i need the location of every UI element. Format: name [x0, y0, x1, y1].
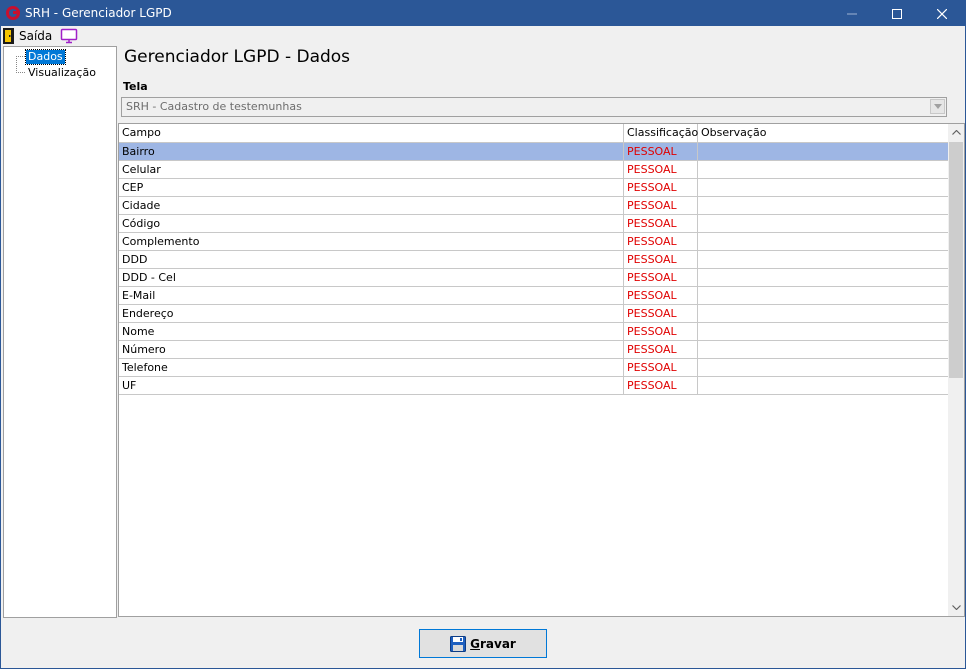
- table-row[interactable]: Endereço PESSOAL: [119, 305, 948, 323]
- cell-campo[interactable]: Nome: [119, 323, 624, 340]
- tela-label: Tela: [123, 80, 148, 93]
- cell-campo[interactable]: Número: [119, 341, 624, 358]
- column-header-classificacao[interactable]: Classificação: [624, 124, 698, 142]
- table-row[interactable]: Nome PESSOAL: [119, 323, 948, 341]
- cell-classificacao[interactable]: PESSOAL: [624, 359, 698, 376]
- cell-classificacao[interactable]: PESSOAL: [624, 377, 698, 394]
- cell-observacao[interactable]: [698, 215, 948, 232]
- navigation-tree: Dados Visualização: [3, 46, 117, 618]
- cell-classificacao[interactable]: PESSOAL: [624, 215, 698, 232]
- table-row[interactable]: Bairro PESSOAL: [119, 143, 948, 161]
- tela-select[interactable]: SRH - Cadastro de testemunhas: [121, 97, 947, 117]
- cell-classificacao[interactable]: PESSOAL: [624, 143, 698, 160]
- save-button[interactable]: Gravar: [419, 629, 547, 658]
- cell-campo[interactable]: CEP: [119, 179, 624, 196]
- tree-connector: [16, 72, 25, 73]
- tela-select-dropdown-button[interactable]: [930, 99, 945, 114]
- save-label-rest: ravar: [480, 636, 516, 651]
- tree-item-visualizacao[interactable]: Visualização: [26, 66, 98, 80]
- monitor-icon[interactable]: [60, 28, 78, 44]
- window-title: SRH - Gerenciador LGPD: [25, 6, 172, 20]
- cell-observacao[interactable]: [698, 323, 948, 340]
- exit-door-icon: [3, 28, 14, 44]
- table-row[interactable]: DDD - Cel PESSOAL: [119, 269, 948, 287]
- table-row[interactable]: Código PESSOAL: [119, 215, 948, 233]
- cell-campo[interactable]: E-Mail: [119, 287, 624, 304]
- cell-campo[interactable]: Código: [119, 215, 624, 232]
- srh-logo-icon: [6, 6, 20, 20]
- grid-header: Campo Classificação Observação: [119, 124, 948, 143]
- vertical-scrollbar[interactable]: [948, 124, 964, 616]
- scrollbar-thumb[interactable]: [949, 142, 963, 378]
- table-row[interactable]: Telefone PESSOAL: [119, 359, 948, 377]
- cell-observacao[interactable]: [698, 251, 948, 268]
- cell-campo[interactable]: DDD: [119, 251, 624, 268]
- cell-classificacao[interactable]: PESSOAL: [624, 197, 698, 214]
- tree-connector: [16, 56, 25, 57]
- title-bar[interactable]: SRH - Gerenciador LGPD: [1, 1, 965, 26]
- table-row[interactable]: E-Mail PESSOAL: [119, 287, 948, 305]
- cell-classificacao[interactable]: PESSOAL: [624, 161, 698, 178]
- table-row[interactable]: Número PESSOAL: [119, 341, 948, 359]
- cell-observacao[interactable]: [698, 341, 948, 358]
- column-header-campo[interactable]: Campo: [119, 124, 624, 142]
- save-label-accelerator: G: [470, 636, 480, 651]
- maximize-button[interactable]: [874, 1, 919, 26]
- cell-classificacao[interactable]: PESSOAL: [624, 251, 698, 268]
- cell-observacao[interactable]: [698, 143, 948, 160]
- cell-campo[interactable]: DDD - Cel: [119, 269, 624, 286]
- cell-campo[interactable]: Endereço: [119, 305, 624, 322]
- cell-classificacao[interactable]: PESSOAL: [624, 233, 698, 250]
- table-row[interactable]: Cidade PESSOAL: [119, 197, 948, 215]
- chevron-up-icon: [951, 130, 961, 135]
- cell-observacao[interactable]: [698, 179, 948, 196]
- close-button[interactable]: [919, 1, 964, 26]
- cell-observacao[interactable]: [698, 305, 948, 322]
- cell-campo[interactable]: Celular: [119, 161, 624, 178]
- minimize-icon: [846, 13, 857, 14]
- minimize-button[interactable]: [829, 1, 874, 26]
- scroll-up-button[interactable]: [948, 124, 964, 141]
- table-row[interactable]: Celular PESSOAL: [119, 161, 948, 179]
- chevron-down-icon: [933, 104, 942, 109]
- exit-label: Saída: [19, 29, 53, 43]
- cell-observacao[interactable]: [698, 233, 948, 250]
- cell-campo[interactable]: Bairro: [119, 143, 624, 160]
- cell-classificacao[interactable]: PESSOAL: [624, 305, 698, 322]
- cell-campo[interactable]: Cidade: [119, 197, 624, 214]
- tree-connector: [16, 56, 17, 73]
- fields-grid[interactable]: Campo Classificação Observação Bairro PES…: [118, 123, 965, 617]
- page-title: Gerenciador LGPD - Dados: [124, 47, 351, 67]
- cell-observacao[interactable]: [698, 269, 948, 286]
- cell-observacao[interactable]: [698, 287, 948, 304]
- toolbar: Saída: [1, 26, 965, 46]
- cell-campo[interactable]: Telefone: [119, 359, 624, 376]
- cell-classificacao[interactable]: PESSOAL: [624, 341, 698, 358]
- column-header-observacao[interactable]: Observação: [698, 124, 948, 142]
- cell-observacao[interactable]: [698, 161, 948, 178]
- save-label: Gravar: [470, 637, 516, 651]
- exit-button[interactable]: Saída: [3, 27, 52, 45]
- table-row[interactable]: DDD PESSOAL: [119, 251, 948, 269]
- main-window: SRH - Gerenciador LGPD Saída Dados Visua…: [0, 0, 966, 669]
- table-row[interactable]: CEP PESSOAL: [119, 179, 948, 197]
- tree-item-dados[interactable]: Dados: [25, 49, 66, 65]
- cell-classificacao[interactable]: PESSOAL: [624, 179, 698, 196]
- maximize-icon: [891, 8, 902, 19]
- cell-observacao[interactable]: [698, 359, 948, 376]
- close-icon: [936, 8, 947, 19]
- cell-classificacao[interactable]: PESSOAL: [624, 269, 698, 286]
- cell-campo[interactable]: Complemento: [119, 233, 624, 250]
- table-row[interactable]: Complemento PESSOAL: [119, 233, 948, 251]
- table-row[interactable]: UF PESSOAL: [119, 377, 948, 395]
- tela-select-value: SRH - Cadastro de testemunhas: [126, 100, 302, 113]
- cell-classificacao[interactable]: PESSOAL: [624, 323, 698, 340]
- cell-observacao[interactable]: [698, 377, 948, 394]
- chevron-down-icon: [951, 605, 961, 610]
- cell-classificacao[interactable]: PESSOAL: [624, 287, 698, 304]
- floppy-disk-icon: [450, 635, 467, 652]
- scroll-down-button[interactable]: [948, 599, 964, 616]
- cell-campo[interactable]: UF: [119, 377, 624, 394]
- cell-observacao[interactable]: [698, 197, 948, 214]
